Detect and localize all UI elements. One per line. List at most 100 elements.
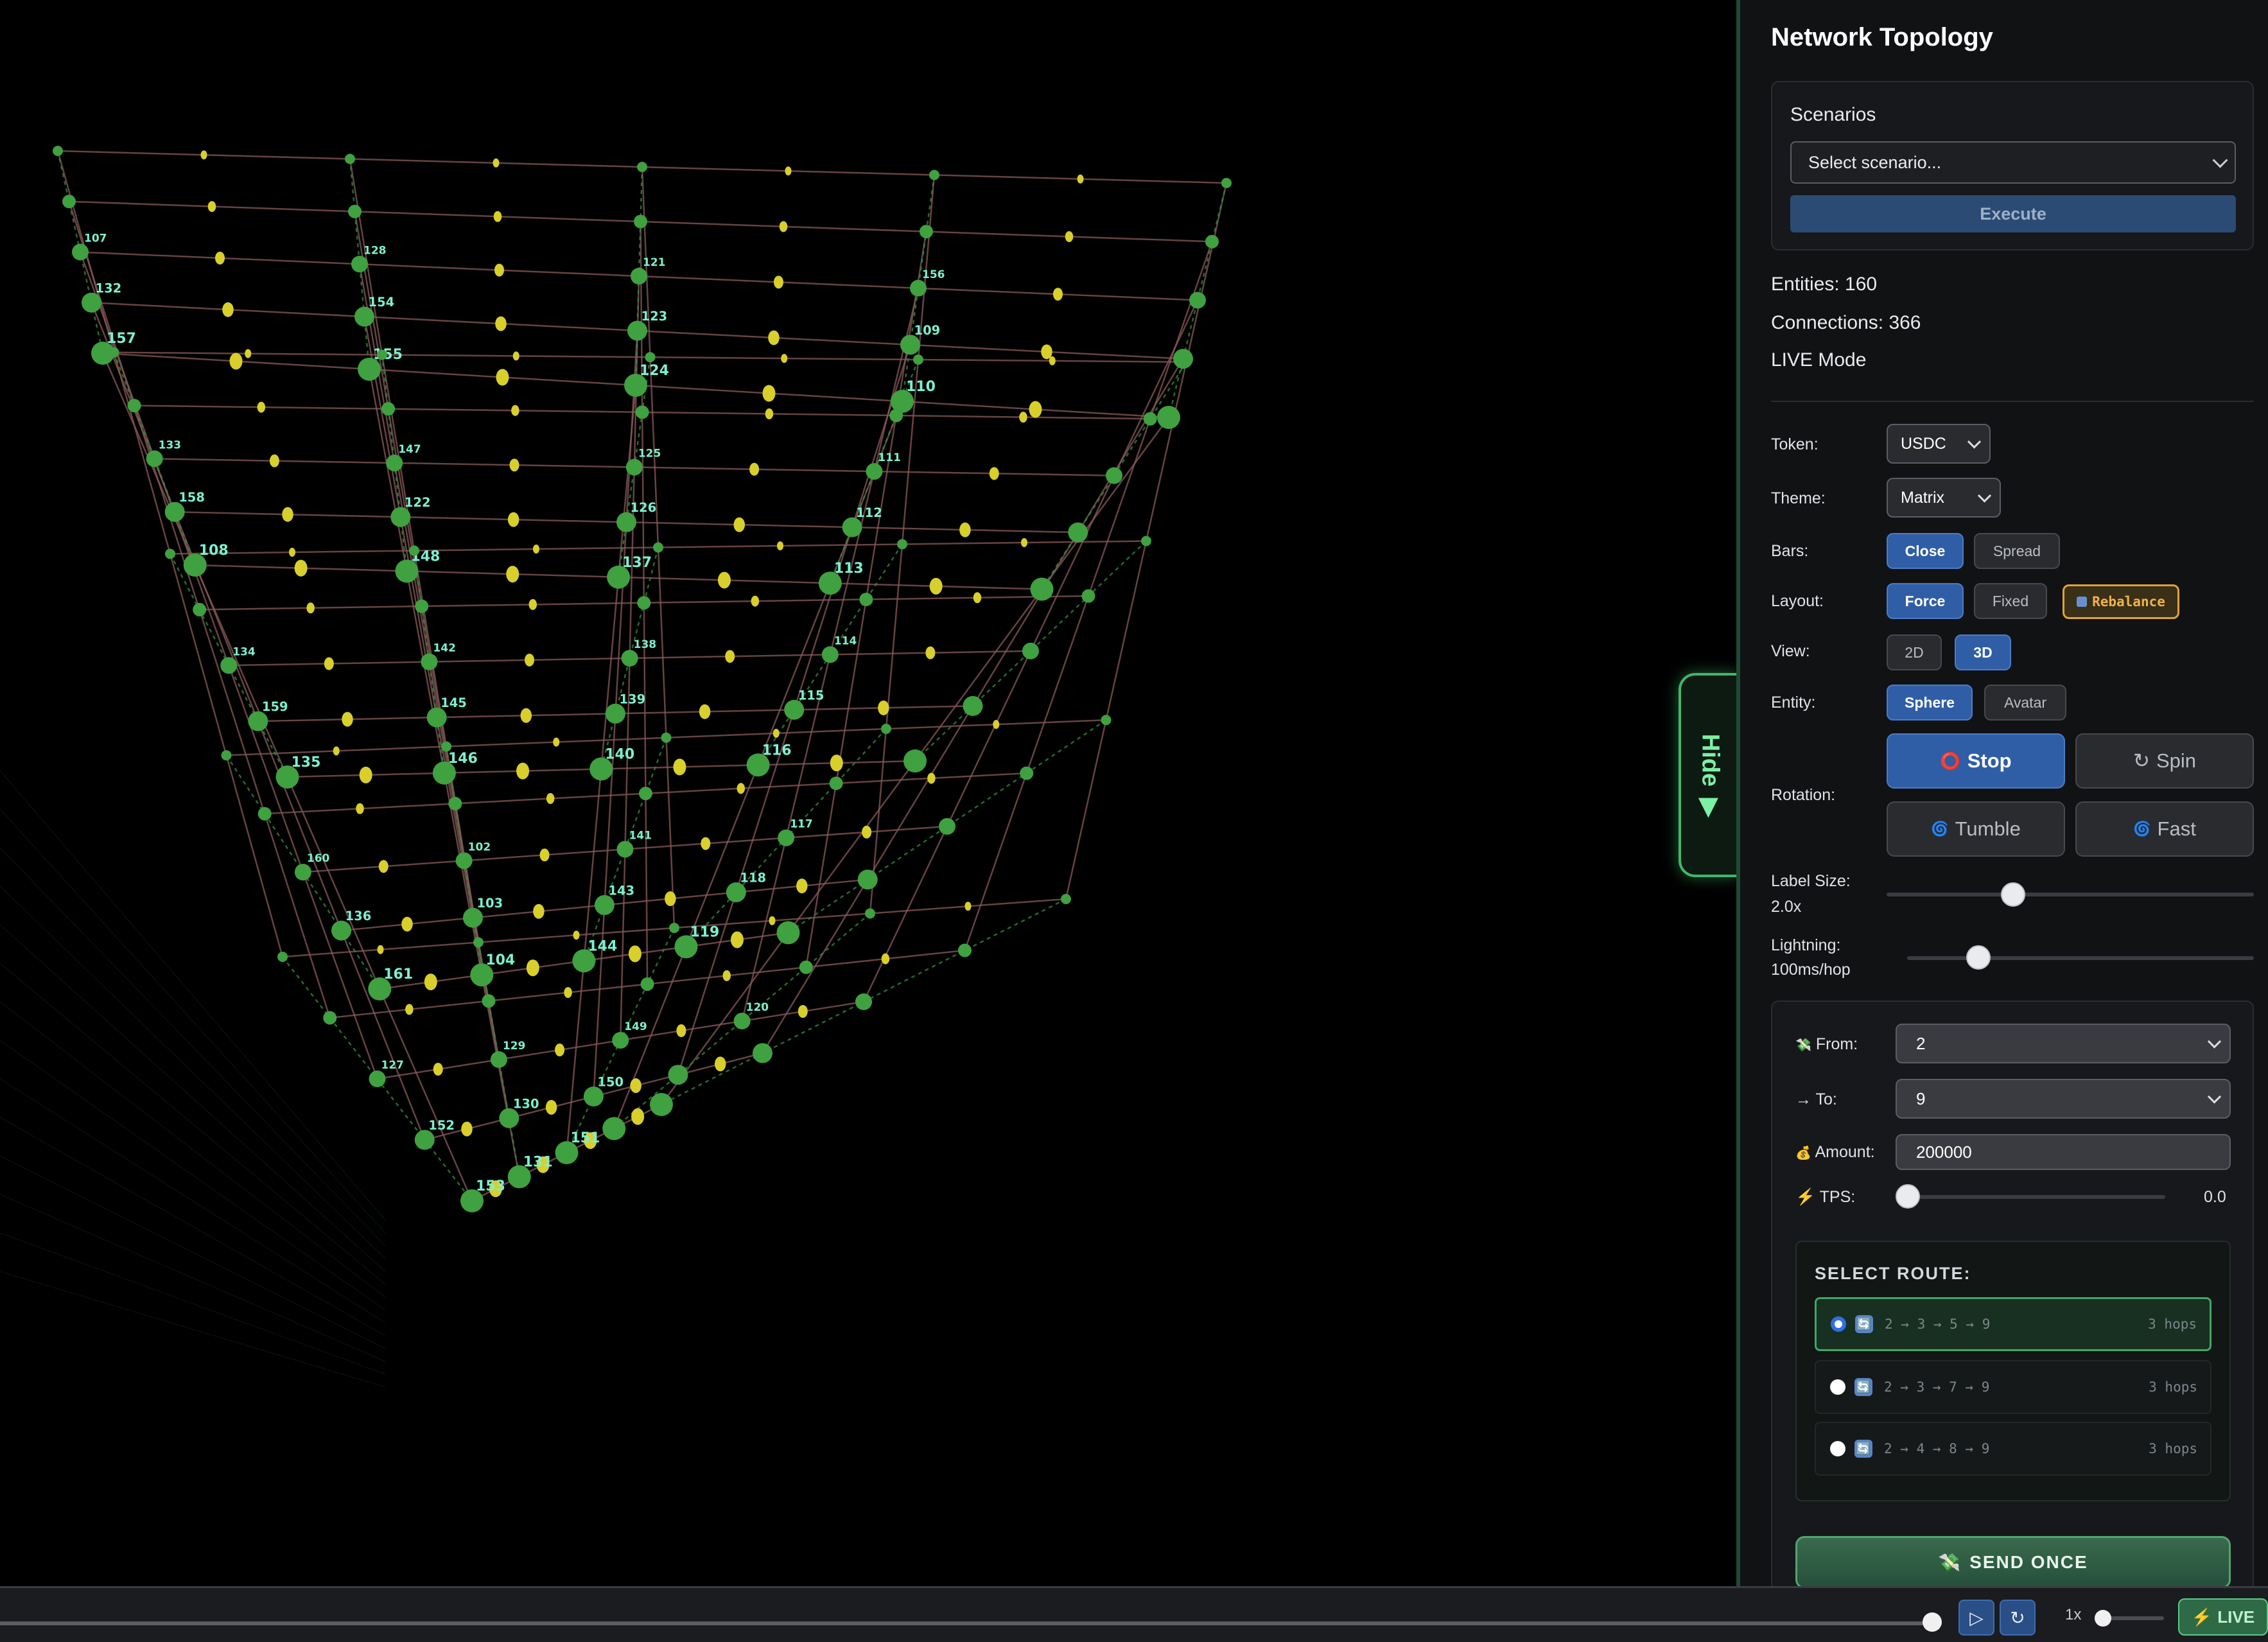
network-node[interactable] [414,1130,435,1150]
network-node[interactable] [62,195,76,209]
network-node[interactable] [193,602,207,616]
network-node[interactable] [421,653,438,670]
network-node[interactable] [377,349,387,360]
network-node[interactable] [1181,356,1192,367]
to-select[interactable]: 9 [1896,1079,2231,1119]
rotation-fast-button[interactable]: 🌀 Fast [2075,801,2254,857]
network-node[interactable] [920,225,933,239]
network-node[interactable] [859,592,873,606]
network-node[interactable] [776,921,800,945]
play-button[interactable]: ▷ [1958,1600,1994,1636]
network-node[interactable] [53,146,63,156]
network-node[interactable] [939,817,955,835]
network-node[interactable] [929,170,939,180]
network-node[interactable] [1189,292,1206,309]
network-node[interactable] [294,864,311,881]
network-node[interactable] [625,459,643,476]
network-node[interactable] [635,405,649,419]
network-node[interactable] [829,776,843,790]
network-node[interactable] [733,1013,751,1029]
rotation-stop-button[interactable]: ⭕ Stop [1887,733,2065,789]
network-node[interactable] [1143,412,1157,426]
entity-avatar-button[interactable]: Avatar [1984,685,2066,721]
network-node[interactable] [602,1117,626,1140]
network-node[interactable] [248,711,268,731]
rebalance-button[interactable]: Rebalance [2063,584,2179,619]
network-node[interactable] [645,352,656,363]
network-node[interactable] [650,1093,673,1116]
network-node[interactable] [653,542,663,553]
network-node[interactable] [386,454,403,471]
network-node[interactable] [913,354,923,365]
scenario-select[interactable]: Select scenario... [1790,141,2236,184]
network-node[interactable] [605,703,625,724]
network-node[interactable] [857,869,878,890]
network-node[interactable] [634,214,647,229]
network-node[interactable] [1221,178,1232,188]
network-node[interactable] [594,895,615,915]
timeline-track[interactable] [0,1621,1934,1625]
network-node[interactable] [855,993,872,1010]
network-3d-viewport[interactable]: 107 132 157 133 158 108 134 159 135 160 136 161 127 1… [0,0,1734,1586]
radio-unselected[interactable] [1830,1379,1845,1395]
network-node[interactable] [415,599,429,613]
rotation-spin-button[interactable]: ↻ Spin [2075,733,2254,789]
network-node[interactable] [616,841,634,858]
speed-slider-thumb[interactable] [2095,1610,2111,1627]
network-node[interactable] [369,1070,386,1087]
network-node[interactable] [345,153,355,164]
network-node[interactable] [473,937,484,948]
network-node[interactable] [1081,589,1095,603]
network-node[interactable] [1157,406,1180,429]
network-node[interactable] [637,596,651,610]
bars-close-button[interactable]: Close [1887,533,1964,569]
route-option[interactable]: 🔄 2 → 3 → 5 → 9 3 hops [1815,1297,2211,1351]
send-once-button[interactable]: 💸 SEND ONCE [1795,1536,2231,1586]
layout-fixed-button[interactable]: Fixed [1974,583,2047,619]
network-node[interactable] [1068,522,1088,543]
network-node[interactable] [441,741,451,752]
network-node[interactable] [390,507,411,527]
network-node[interactable] [127,399,141,413]
network-node[interactable] [616,512,636,532]
network-canvas[interactable]: 107 132 157 133 158 108 134 159 135 160 136 161 127 1… [0,0,1734,1586]
network-node[interactable] [821,646,839,663]
tps-slider-track[interactable] [1896,1195,2165,1199]
network-node[interactable] [72,243,89,261]
view-2d-button[interactable]: 2D [1887,634,1942,670]
network-node[interactable] [910,279,927,297]
live-button[interactable]: ⚡ LIVE [2178,1598,2268,1636]
network-node[interactable] [612,1032,629,1049]
theme-select[interactable]: Matrix [1887,478,2001,518]
network-node[interactable] [482,994,496,1008]
network-node[interactable] [1106,467,1122,484]
network-node[interactable] [637,162,647,172]
network-node[interactable] [490,1051,507,1068]
network-node[interactable] [462,907,483,928]
token-select[interactable]: USDC [1887,424,1991,464]
network-node[interactable] [865,908,875,919]
network-node[interactable] [638,787,652,801]
timeline-thumb[interactable] [1923,1612,1942,1632]
network-node[interactable] [354,306,374,327]
network-node[interactable] [753,1043,772,1063]
network-node[interactable] [455,852,473,869]
reset-button[interactable]: ↻ [2000,1600,2036,1636]
layout-force-button[interactable]: Force [1887,583,1964,619]
network-node[interactable] [381,402,396,416]
network-node[interactable] [627,320,647,341]
network-node[interactable] [889,408,903,423]
hide-panel-tab[interactable]: Hide ▶ [1679,673,1739,877]
network-node[interactable] [409,545,419,556]
radio-selected[interactable] [1831,1316,1846,1332]
network-node[interactable] [221,750,232,761]
lightning-slider-track[interactable] [1907,956,2254,960]
network-node[interactable] [1141,536,1151,546]
amount-input[interactable]: 200000 [1896,1134,2231,1170]
network-node[interactable] [881,724,891,734]
network-node[interactable] [351,256,368,273]
network-node[interactable] [348,204,362,218]
network-node[interactable] [1205,234,1219,249]
view-3d-button[interactable]: 3D [1955,634,2011,670]
network-node[interactable] [900,335,920,355]
